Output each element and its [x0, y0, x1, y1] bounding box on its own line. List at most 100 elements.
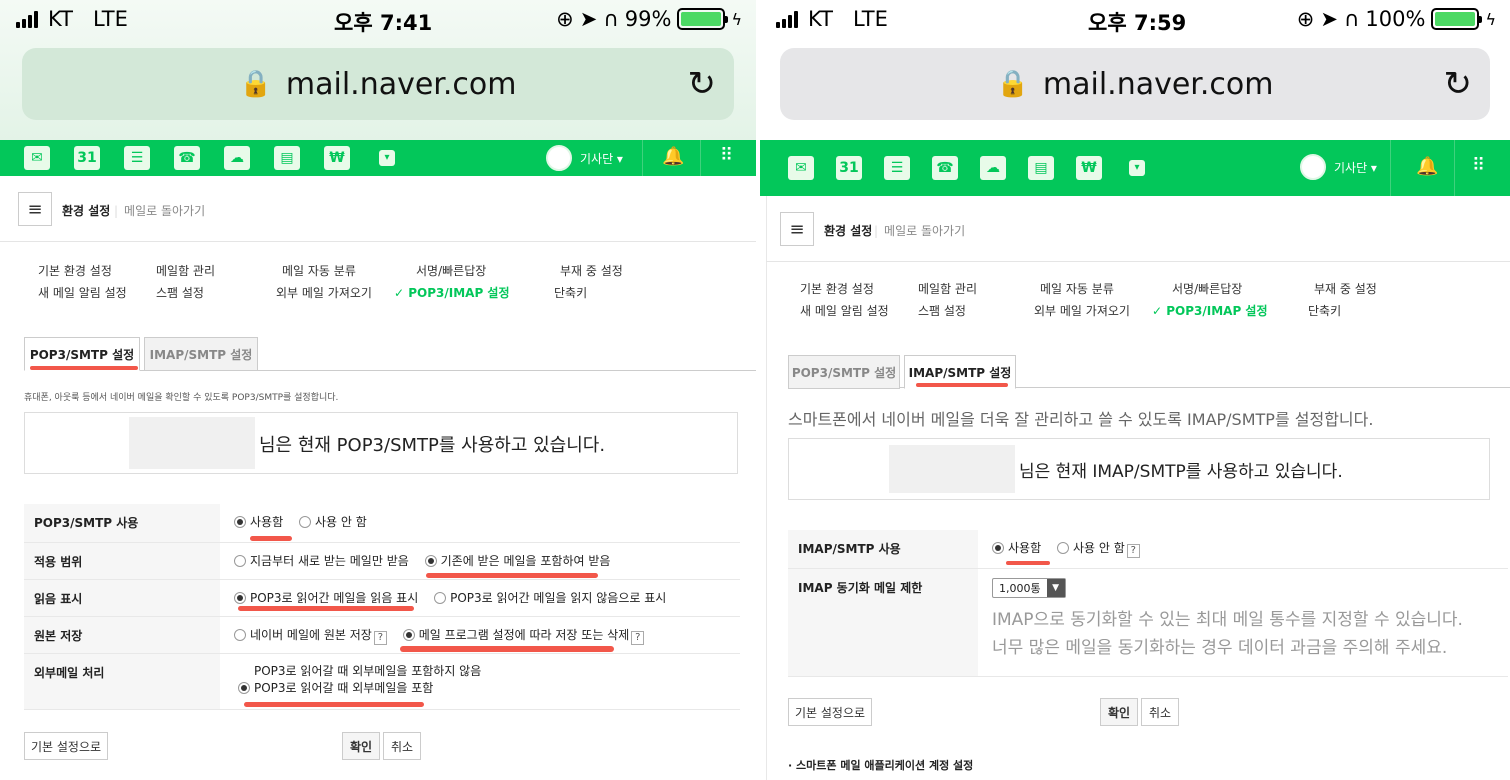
option-no-use[interactable]: 사용 안 함? [1056, 541, 1140, 558]
cloud-icon[interactable]: ☁ [222, 144, 252, 172]
help-icon[interactable]: ? [373, 630, 387, 645]
menu-external[interactable]: 외부 메일 가져오기 [276, 284, 372, 301]
radio-icon[interactable] [298, 516, 311, 528]
radio-icon[interactable] [1056, 542, 1069, 554]
phone-icon[interactable]: ☎ [930, 154, 960, 182]
reload-icon[interactable]: ↻ [688, 64, 717, 104]
pay-icon[interactable]: ₩ [1074, 154, 1104, 182]
bell-icon[interactable]: 🔔 [662, 146, 684, 167]
option-no-use[interactable]: 사용 안 함 [298, 515, 367, 529]
option-mark-read[interactable]: POP3로 읽어간 메일을 읽음 표시 [234, 591, 418, 605]
radio-icon[interactable] [234, 628, 246, 641]
cloud-icon[interactable]: ☁ [978, 154, 1008, 182]
menu-basic[interactable]: 기본 환경 설정 [38, 262, 112, 279]
pay-icon[interactable]: ₩ [322, 144, 352, 172]
confirm-button[interactable]: 확인 [342, 732, 380, 760]
contacts-icon[interactable]: ☰ [882, 154, 912, 182]
hamburger-menu-icon[interactable]: ≡ [18, 192, 52, 226]
radio-icon[interactable] [234, 516, 246, 528]
more-icon[interactable]: ▾ [372, 144, 402, 172]
address-bar[interactable]: 🔒 mail.naver.com ↻ [780, 48, 1490, 120]
naver-service-bar: ✉ 31 ☰ ☎ ☁ ▤ ₩ ▾ 기사단 ▾ 🔔 ⠿ [760, 140, 1510, 196]
office-icon[interactable]: ▤ [1026, 154, 1056, 182]
calendar-icon[interactable]: 31 [72, 144, 102, 172]
rotation-lock-icon: ⊕ [1296, 7, 1315, 31]
mail-icon[interactable]: ✉ [786, 154, 816, 182]
confirm-button[interactable]: 확인 [1100, 698, 1138, 726]
calendar-icon[interactable]: 31 [834, 154, 864, 182]
url-text: mail.naver.com [285, 66, 517, 102]
sync-limit-select[interactable]: 1,000통 ▼ [992, 577, 1066, 598]
help-icon[interactable]: ? [1126, 544, 1140, 558]
option-include-existing[interactable]: 기존에 받은 메일을 포함하여 받음 [424, 554, 610, 568]
menu-basic[interactable]: 기본 환경 설정 [800, 280, 874, 297]
apps-grid-icon[interactable]: ⠿ [720, 145, 733, 166]
option-mark-unread[interactable]: POP3로 읽어간 메일을 읽지 않음으로 표시 [434, 591, 666, 605]
radio-icon[interactable] [424, 554, 437, 567]
radio-icon[interactable] [234, 591, 246, 604]
phone-icon[interactable]: ☎ [172, 144, 202, 172]
bell-icon[interactable]: 🔔 [1416, 156, 1438, 177]
option-use[interactable]: 사용함 [234, 515, 283, 529]
option-exclude-external[interactable]: POP3로 읽어갈 때 외부메일을 포함하지 않음 [238, 663, 740, 680]
menu-mailbox[interactable]: 메일함 관리 [156, 262, 215, 279]
sync-help-1: IMAP으로 동기화할 수 있는 최대 메일 통수를 지정할 수 있습니다. [992, 609, 1463, 630]
menu-notify[interactable]: 새 메일 알림 설정 [800, 302, 889, 319]
reset-defaults-button[interactable]: 기본 설정으로 [788, 698, 872, 726]
highlight-mark [30, 366, 138, 370]
row-label: 원본 저장 [24, 616, 220, 654]
menu-autosort[interactable]: 메일 자동 분류 [282, 262, 356, 279]
option-new-only[interactable]: 지금부터 새로 받는 메일만 받음 [234, 554, 409, 568]
settings-header: ≡ 환경 설정 메일로 돌아가기 [766, 196, 1510, 262]
contacts-icon[interactable]: ☰ [122, 144, 152, 172]
menu-pop3-imap[interactable]: ✓ POP3/IMAP 설정 [1152, 302, 1268, 319]
radio-icon[interactable] [992, 542, 1004, 554]
menu-away[interactable]: 부재 중 설정 [560, 262, 623, 279]
user-name: 기사단 ▾ [580, 151, 623, 166]
help-icon[interactable]: ? [631, 630, 645, 645]
location-icon: ➤ [1320, 7, 1339, 31]
address-bar[interactable]: 🔒 mail.naver.com ↻ [22, 48, 734, 120]
row-label: 적용 범위 [24, 542, 220, 580]
option-use[interactable]: 사용함 [992, 541, 1041, 555]
tab-pop3-smtp[interactable]: POP3/SMTP 설정 [788, 355, 900, 389]
menu-shortcut[interactable]: 단축키 [1308, 302, 1341, 319]
status-message: 님은 현재 IMAP/SMTP를 사용하고 있습니다. [1019, 462, 1343, 482]
menu-signature[interactable]: 서명/빠른답장 [416, 262, 486, 279]
menu-pop3-imap[interactable]: ✓ POP3/IMAP 설정 [394, 284, 510, 301]
radio-icon[interactable] [234, 554, 246, 567]
back-to-mail-link[interactable]: 메일로 돌아가기 [874, 222, 965, 239]
option-include-external[interactable]: POP3로 읽어갈 때 외부메일을 포함 [238, 680, 740, 697]
highlight-mark [426, 573, 598, 578]
option-follow-client[interactable]: 메일 프로그램 설정에 따라 저장 또는 삭제? [402, 628, 645, 645]
menu-shortcut[interactable]: 단축키 [554, 284, 587, 301]
user-menu[interactable]: 기사단 ▾ [1300, 154, 1377, 180]
menu-spam[interactable]: 스팸 설정 [156, 284, 204, 301]
option-keep-original[interactable]: 네이버 메일에 원본 저장? [234, 628, 387, 645]
user-menu[interactable]: 기사단 ▾ [546, 145, 623, 171]
battery-percent: 99% [624, 7, 672, 31]
menu-external[interactable]: 외부 메일 가져오기 [1034, 302, 1130, 319]
back-to-mail-link[interactable]: 메일로 돌아가기 [114, 202, 205, 219]
office-icon[interactable]: ▤ [272, 144, 302, 172]
menu-away[interactable]: 부재 중 설정 [1314, 280, 1377, 297]
headphones-icon: ∩ [603, 7, 619, 31]
more-icon[interactable]: ▾ [1122, 154, 1152, 182]
radio-icon[interactable] [238, 681, 250, 694]
tab-imap-smtp[interactable]: IMAP/SMTP 설정 [144, 337, 258, 371]
menu-signature[interactable]: 서명/빠른답장 [1172, 280, 1242, 297]
menu-mailbox[interactable]: 메일함 관리 [918, 280, 977, 297]
reload-icon[interactable]: ↻ [1444, 64, 1473, 104]
smartphone-setup-heading: · 스마트폰 메일 애플리케이션 계정 설정 [788, 759, 974, 772]
hamburger-menu-icon[interactable]: ≡ [780, 212, 814, 246]
radio-icon[interactable] [434, 591, 447, 604]
reset-defaults-button[interactable]: 기본 설정으로 [24, 732, 108, 760]
apps-grid-icon[interactable]: ⠿ [1472, 155, 1485, 176]
menu-notify[interactable]: 새 메일 알림 설정 [38, 284, 127, 301]
cancel-button[interactable]: 취소 [1141, 698, 1179, 726]
menu-autosort[interactable]: 메일 자동 분류 [1040, 280, 1114, 297]
radio-icon[interactable] [402, 628, 415, 641]
cancel-button[interactable]: 취소 [383, 732, 421, 760]
mail-icon[interactable]: ✉ [22, 144, 52, 172]
menu-spam[interactable]: 스팸 설정 [918, 302, 966, 319]
